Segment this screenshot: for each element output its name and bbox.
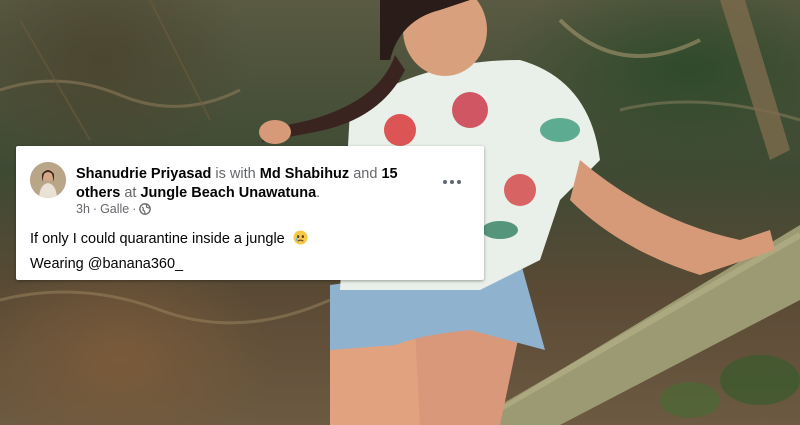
location-link[interactable]: Jungle Beach Unawatuna [140, 185, 316, 201]
with-text: is with [215, 166, 256, 182]
post-meta: 3h · Galle · [76, 202, 152, 216]
and-text: and [353, 166, 378, 182]
post-body-1: If only I could quarantine inside a jung… [30, 231, 285, 247]
period: . [316, 185, 321, 201]
post-body-2: Wearing @banana360_ [30, 256, 184, 272]
meta-separator: · [92, 202, 98, 216]
timestamp[interactable]: 3h [76, 202, 90, 216]
post-card: Shanudrie Priyasad is with Md Shabihuz a… [16, 146, 484, 280]
post-text-line-2: Wearing @banana360_ [30, 256, 183, 272]
post-text-line-1: If only I could quarantine inside a jung… [30, 230, 308, 247]
author-avatar[interactable] [30, 162, 66, 198]
at-text: at [124, 185, 137, 201]
place-name[interactable]: Galle [100, 202, 129, 216]
more-options-icon[interactable] [440, 170, 464, 194]
sad-face-emoji [293, 230, 308, 245]
globe-icon [139, 203, 152, 215]
tagged-person[interactable]: Md Shabihuz [260, 166, 349, 182]
post-header: Shanudrie Priyasad is with Md Shabihuz a… [76, 165, 436, 203]
author-name[interactable]: Shanudrie Priyasad [76, 166, 211, 182]
meta-separator-2: · [132, 202, 137, 216]
